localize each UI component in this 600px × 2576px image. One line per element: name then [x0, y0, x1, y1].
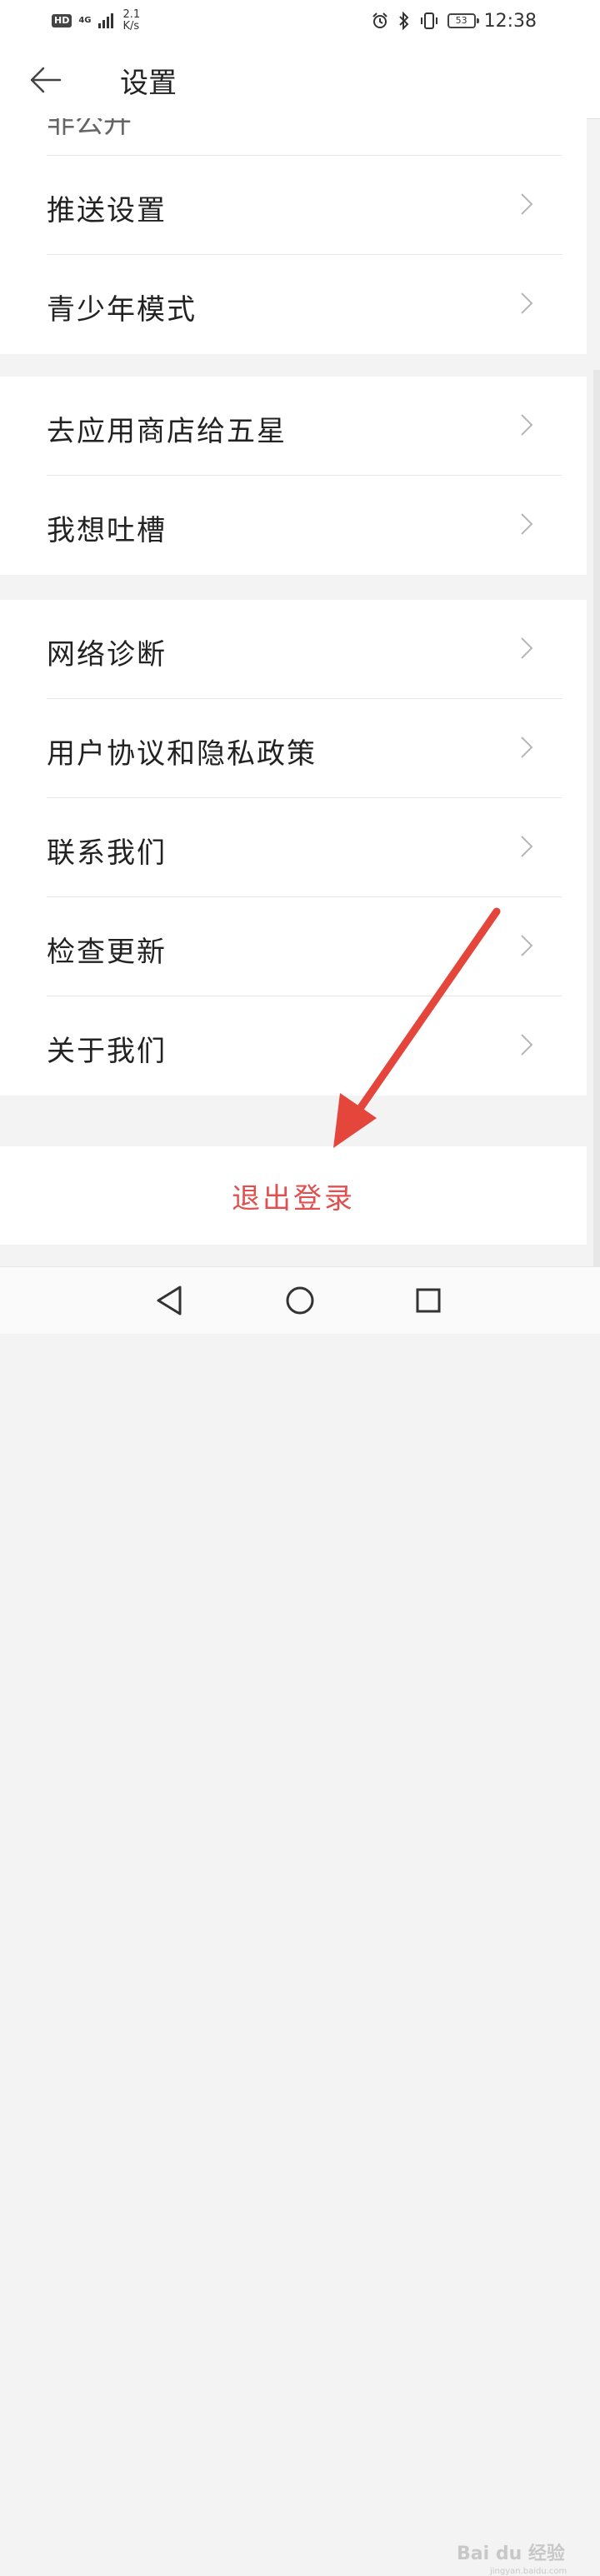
- setting-item-contact-us[interactable]: 联系我们: [47, 798, 562, 897]
- chevron-right-icon: [521, 193, 533, 215]
- watermark-url: jingyan.baidu.com: [490, 2567, 568, 2576]
- setting-item-label: 用户协议和隐私政策: [47, 737, 317, 771]
- back-arrow-icon[interactable]: [28, 63, 62, 97]
- partial-list-item-label: 非公开: [47, 118, 132, 140]
- triangle-back-icon[interactable]: [155, 1284, 185, 1317]
- square-recents-icon[interactable]: [415, 1287, 442, 1314]
- setting-item-network-diagnosis[interactable]: 网络诊断: [47, 600, 562, 699]
- setting-item-rate-app[interactable]: 去应用商店给五星: [47, 377, 562, 476]
- network-speed: 2.1 K/s: [123, 9, 141, 32]
- settings-section-1: 非公开 推送设置 青少年模式: [0, 118, 587, 354]
- setting-item-label: 我想吐槽: [47, 514, 167, 547]
- chevron-right-icon: [521, 836, 533, 857]
- setting-item-label: 关于我们: [47, 1035, 167, 1068]
- speed-value: 2.1: [122, 8, 141, 21]
- logout-button[interactable]: 退出登录: [0, 1146, 587, 1245]
- page-title: 设置: [120, 67, 177, 100]
- setting-item-label: 联系我们: [47, 836, 167, 870]
- watermark-logo: Bai du 经验: [457, 2544, 565, 2564]
- setting-item-label: 推送设置: [47, 194, 167, 227]
- setting-item-youth-mode[interactable]: 青少年模式: [47, 255, 562, 354]
- chevron-right-icon: [521, 637, 533, 659]
- status-left: HD 4G 2.1 K/s: [52, 8, 140, 33]
- scrollbar[interactable]: [593, 370, 600, 1270]
- chevron-right-icon: [521, 1034, 533, 1056]
- setting-item-label: 网络诊断: [47, 638, 167, 671]
- annotation-arrow-icon: [333, 907, 501, 1148]
- speed-unit: K/s: [122, 20, 140, 32]
- chevron-right-icon: [521, 513, 533, 535]
- setting-item-user-agreement[interactable]: 用户协议和隐私政策: [47, 699, 562, 798]
- signal-icon: [98, 13, 113, 28]
- chevron-right-icon: [521, 414, 533, 436]
- bluetooth-icon: [398, 12, 409, 30]
- setting-item-label: 检查更新: [47, 936, 167, 969]
- network-type: 4G: [78, 16, 92, 25]
- status-right: 53 12:38: [371, 8, 537, 33]
- chevron-right-icon: [521, 292, 533, 314]
- setting-item-feedback[interactable]: 我想吐槽: [47, 476, 562, 575]
- chevron-right-icon: [521, 736, 533, 758]
- circle-home-icon[interactable]: [285, 1286, 315, 1315]
- clock: 12:38: [483, 10, 537, 32]
- app-bar: 设置: [0, 42, 600, 119]
- settings-section-2: 去应用商店给五星 我想吐槽: [0, 377, 587, 575]
- setting-item-push[interactable]: 推送设置: [47, 156, 562, 255]
- alarm-icon: [372, 12, 388, 28]
- setting-item-label: 去应用商店给五星: [47, 415, 287, 448]
- navigation-bar: Bai du 经验 jingyan.baidu.com: [0, 1266, 600, 2576]
- chevron-right-icon: [521, 935, 533, 956]
- vibrate-icon: [420, 12, 438, 29]
- battery-icon: 53: [447, 13, 479, 28]
- setting-item-label: 青少年模式: [47, 293, 197, 327]
- hd-badge: HD: [52, 14, 72, 27]
- status-bar: HD 4G 2.1 K/s 53 12:38: [0, 0, 600, 42]
- partial-list-item[interactable]: 非公开: [47, 118, 562, 156]
- logout-label: 退出登录: [232, 1181, 355, 1216]
